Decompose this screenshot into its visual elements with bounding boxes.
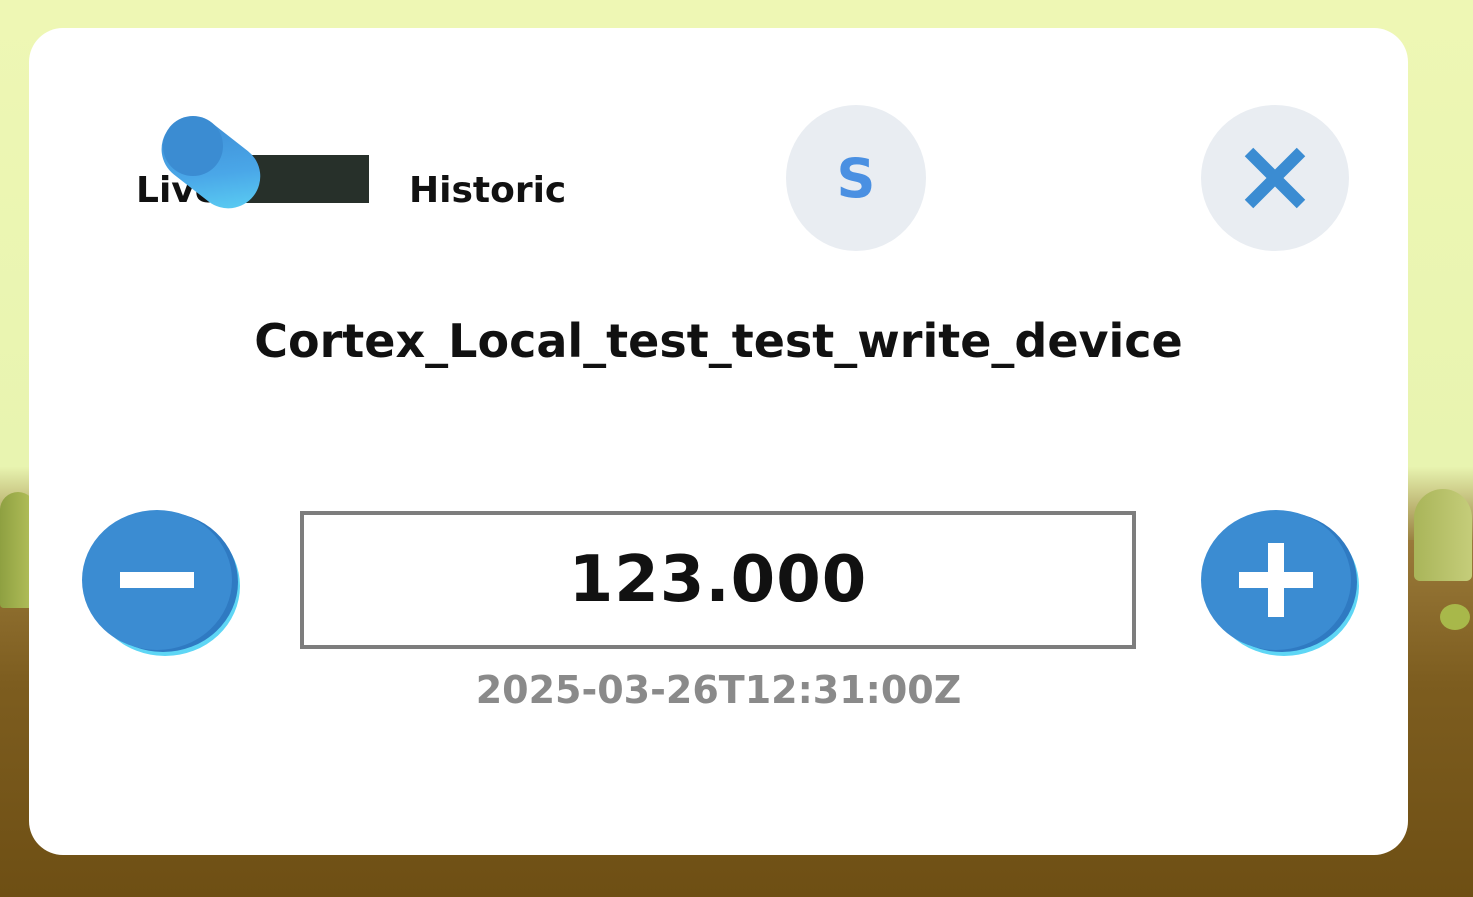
toggle-label-historic: Historic	[409, 170, 567, 211]
minus-icon	[120, 572, 194, 588]
increment-button[interactable]	[1201, 510, 1351, 650]
s-button[interactable]: S	[786, 105, 926, 251]
close-button[interactable]	[1201, 105, 1349, 251]
close-icon	[1244, 147, 1306, 209]
value-timestamp: 2025-03-26T12:31:00Z	[475, 668, 962, 712]
value-field[interactable]: 123.000	[300, 511, 1136, 649]
decrement-button[interactable]	[82, 510, 232, 650]
value-text: 123.000	[568, 543, 868, 617]
device-name: Cortex_Local_test_test_write_device	[254, 314, 1183, 368]
background-bush	[1440, 604, 1470, 630]
background-tree	[1414, 489, 1472, 581]
toggle-knob-cap[interactable]	[163, 116, 223, 176]
plus-icon	[1239, 543, 1313, 617]
device-control-dialog: Live Historic S Cortex_Local_test_test_w…	[29, 28, 1408, 855]
s-button-label: S	[836, 146, 876, 210]
